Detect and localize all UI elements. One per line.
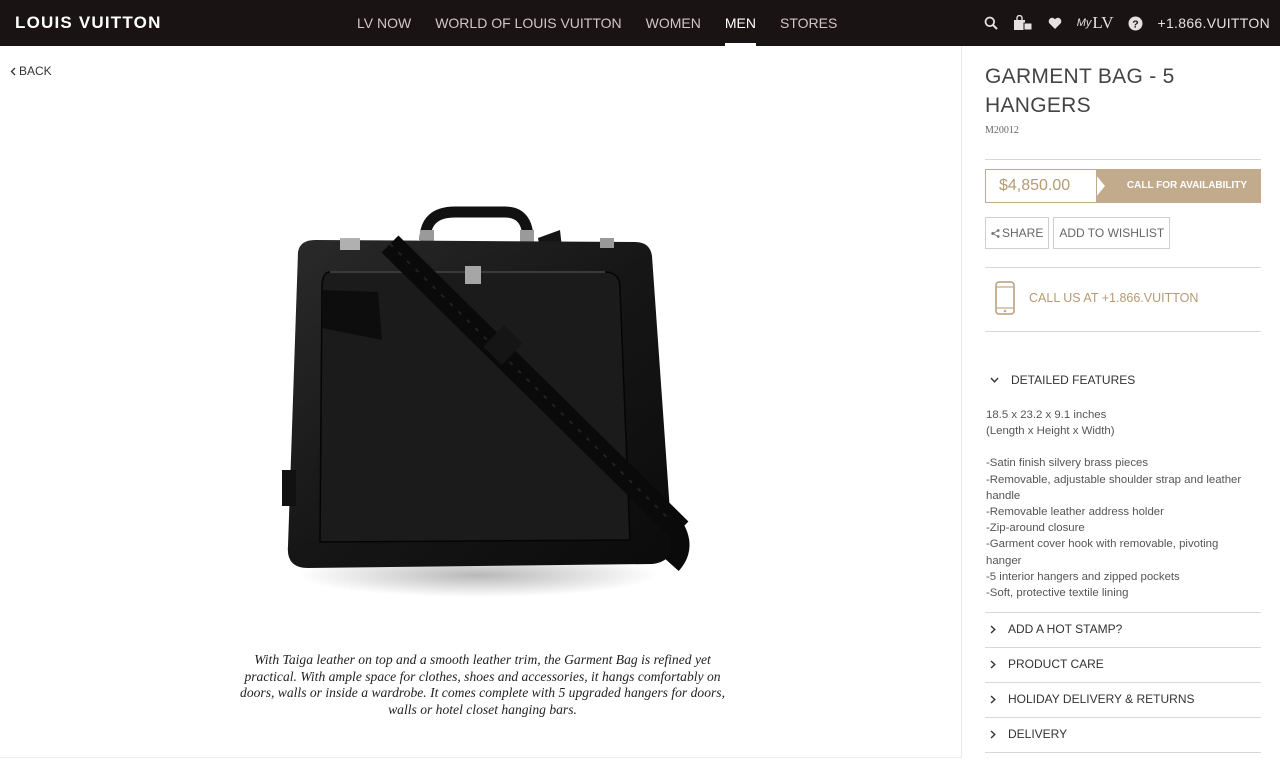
lv-monogram-icon: LV <box>1092 13 1114 32</box>
header-tools: My LV ? +1.866.VUITTON <box>981 0 1270 46</box>
feature-item: -Garment cover hook with removable, pivo… <box>986 538 1219 567</box>
accordion-label: PRODUCT CARE <box>1008 657 1104 671</box>
back-label: BACK <box>19 64 52 78</box>
feature-item: -Zip-around closure <box>986 522 1085 535</box>
main-nav: LV NOW WORLD OF LOUIS VUITTON WOMEN MEN … <box>345 0 849 46</box>
heart-icon[interactable] <box>1045 13 1065 33</box>
divider <box>985 752 1261 753</box>
share-icon <box>991 228 1000 238</box>
nav-lv-now[interactable]: LV NOW <box>345 0 423 46</box>
nav-men[interactable]: MEN <box>713 0 768 46</box>
product-description: With Taiga leather on top and a smooth l… <box>240 652 725 717</box>
svg-text:?: ? <box>1132 18 1138 30</box>
feature-item: -Soft, protective textile lining <box>986 587 1129 600</box>
feature-item: -Removable, adjustable shoulder strap an… <box>986 473 1242 502</box>
search-icon[interactable] <box>981 13 1001 33</box>
back-link[interactable]: BACK <box>10 64 52 78</box>
feature-item: -5 interior hangers and zipped pockets <box>986 570 1180 583</box>
feature-item: -Removable leather address holder <box>986 506 1164 519</box>
call-us-link[interactable]: CALL US AT +1.866.VUITTON <box>995 281 1198 315</box>
feature-item: -Satin finish silvery brass pieces <box>986 457 1149 470</box>
accordion-hot-stamp[interactable]: ADD A HOT STAMP? <box>990 622 1122 636</box>
add-to-wishlist-button[interactable]: ADD TO WISHLIST <box>1053 217 1171 249</box>
chevron-down-icon <box>990 377 999 383</box>
product-title: GARMENT BAG - 5 HANGERS <box>985 65 1175 117</box>
content-bottom-divider <box>0 757 961 758</box>
divider <box>985 159 1261 160</box>
dimensions-note: (Length x Height x Width) <box>986 425 1115 438</box>
product-image[interactable] <box>260 200 700 620</box>
header-phone-link[interactable]: +1.866.VUITTON <box>1158 15 1271 31</box>
divider <box>985 612 1261 613</box>
top-navigation-bar: LOUIS VUITTON LV NOW WORLD OF LOUIS VUIT… <box>0 0 1280 46</box>
product-info-panel: GARMENT BAG - 5 HANGERS M20012 <box>985 62 1261 136</box>
chevron-left-icon <box>10 67 16 75</box>
smartphone-icon <box>995 281 1015 315</box>
chevron-right-icon <box>990 659 996 669</box>
accordion-product-care[interactable]: PRODUCT CARE <box>990 657 1104 671</box>
call-for-availability-button[interactable]: CALL FOR AVAILABILITY <box>1091 169 1261 203</box>
divider <box>985 682 1261 683</box>
product-dimensions: 18.5 x 23.2 x 9.1 inches <box>986 409 1107 421</box>
price-row: CALL FOR AVAILABILITY $4,850.00 <box>985 169 1261 203</box>
brand-logo[interactable]: LOUIS VUITTON <box>15 13 162 33</box>
help-icon[interactable]: ? <box>1126 13 1146 33</box>
my-lv-account[interactable]: My LV <box>1077 13 1114 33</box>
accordion-label: DETAILED FEATURES <box>1011 373 1136 387</box>
detailed-features-content: 18.5 x 23.2 x 9.1 inches (Length x Heigh… <box>986 407 1256 601</box>
my-lv-prefix: My <box>1076 17 1092 29</box>
accordion-label: ADD A HOT STAMP? <box>1008 622 1123 636</box>
divider <box>985 717 1261 718</box>
accordion-delivery[interactable]: DELIVERY <box>990 727 1067 741</box>
accordion-label: DELIVERY <box>1008 727 1068 741</box>
shopping-bag-icon[interactable] <box>1013 13 1033 33</box>
nav-stores[interactable]: STORES <box>768 0 849 46</box>
nav-women[interactable]: WOMEN <box>634 0 713 46</box>
product-sku: M20012 <box>985 125 1019 136</box>
accordion-label: HOLIDAY DELIVERY & RETURNS <box>1008 692 1195 706</box>
share-label: SHARE <box>1002 226 1044 240</box>
chevron-right-icon <box>990 624 996 634</box>
nav-world-of-louis-vuitton[interactable]: WORLD OF LOUIS VUITTON <box>423 0 633 46</box>
chevron-right-icon <box>990 694 996 704</box>
product-price: $4,850.00 <box>985 169 1097 203</box>
share-button[interactable]: SHARE <box>985 217 1050 249</box>
panel-divider <box>961 46 962 758</box>
accordion-detailed-features[interactable]: DETAILED FEATURES <box>990 373 1135 387</box>
divider <box>985 647 1261 648</box>
product-actions: SHARE ADD TO WISHLIST <box>985 217 1171 249</box>
divider <box>985 331 1261 332</box>
accordion-holiday-delivery-returns[interactable]: HOLIDAY DELIVERY & RETURNS <box>990 692 1195 706</box>
call-us-label: CALL US AT +1.866.VUITTON <box>1029 291 1199 305</box>
chevron-right-icon <box>990 729 996 739</box>
divider <box>985 267 1261 268</box>
